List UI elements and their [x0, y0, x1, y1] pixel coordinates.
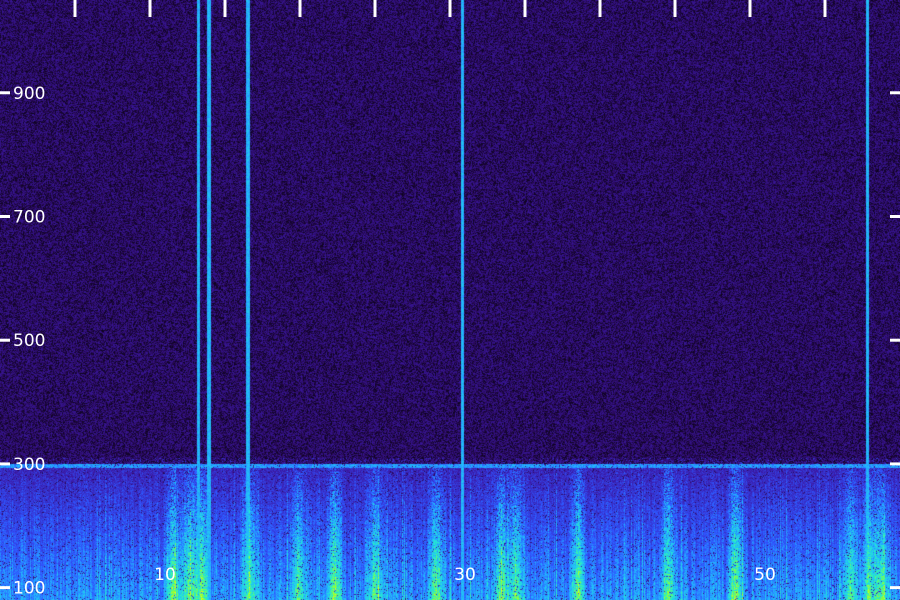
y-tick-label: 700	[13, 207, 45, 227]
y-tick-label: 100	[13, 579, 45, 599]
x-tick-label: 50	[754, 565, 776, 585]
y-tick-label: 500	[13, 331, 45, 351]
y-tick-label: 300	[13, 455, 45, 475]
spectrogram-panel: 100 300 500 700 900 10 30 50	[0, 0, 900, 600]
axis-overlay: 100 300 500 700 900 10 30 50	[0, 0, 900, 599]
y-tick-label: 900	[13, 84, 45, 104]
x-tick-label: 10	[154, 565, 176, 585]
x-tick-label: 30	[454, 565, 476, 585]
